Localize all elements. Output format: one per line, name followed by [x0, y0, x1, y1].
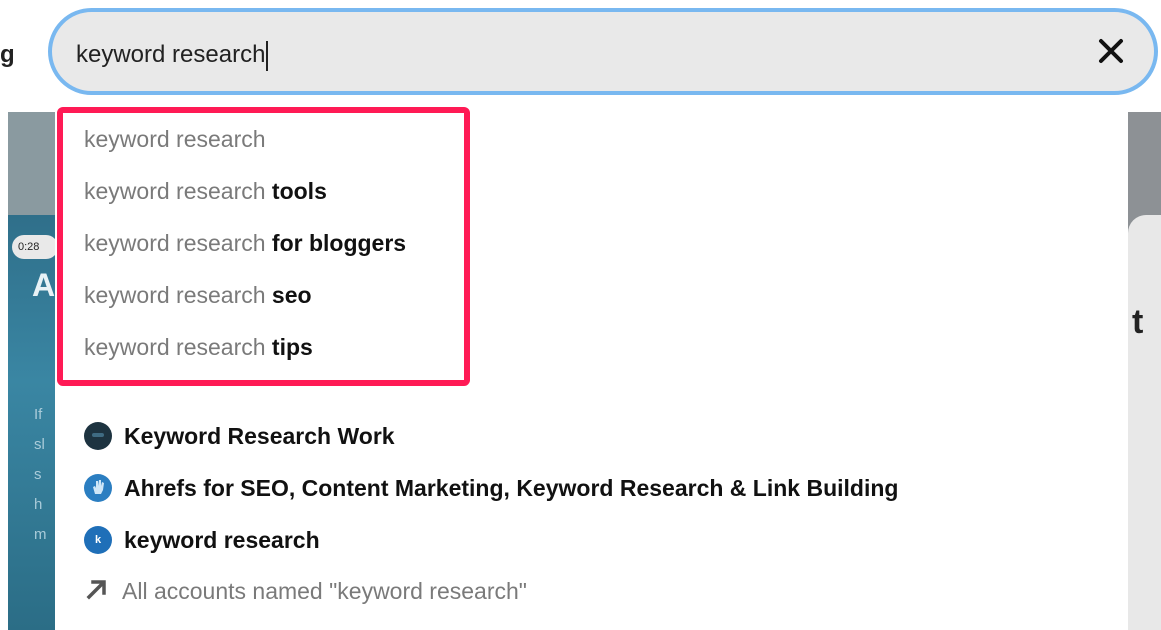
- all-accounts-link[interactable]: All accounts named "keyword research": [84, 576, 527, 606]
- video-line: m: [34, 526, 47, 543]
- text-caret: [266, 40, 269, 71]
- video-title-fragment: A: [32, 267, 56, 303]
- account-avatar-letter: k: [94, 534, 102, 546]
- dark-logo-icon: [91, 430, 105, 442]
- account-name: Keyword Research Work: [124, 422, 395, 449]
- account-avatar: [84, 422, 112, 450]
- suggestion-item[interactable]: keyword research seo: [84, 280, 312, 310]
- suggestion-prefix: keyword research: [84, 334, 266, 360]
- account-result[interactable]: k keyword research: [84, 525, 320, 555]
- close-icon: [1098, 38, 1124, 69]
- video-description-fragment: If sl s h m: [34, 400, 47, 550]
- background-card-right[interactable]: t: [1128, 215, 1161, 630]
- search-bar[interactable]: keyword research: [48, 8, 1158, 95]
- search-input-value: keyword research: [76, 41, 266, 68]
- account-name: Ahrefs for SEO, Content Marketing, Keywo…: [124, 474, 899, 501]
- clear-search-button[interactable]: [1092, 34, 1130, 72]
- suggestion-suffix: tools: [271, 178, 327, 204]
- video-line: s: [34, 466, 42, 483]
- suggestion-prefix: keyword research: [84, 178, 266, 204]
- account-avatar: [84, 474, 112, 502]
- suggestion-item[interactable]: keyword research for bloggers: [84, 228, 406, 258]
- background-video-card[interactable]: 0:28 A If sl s h m: [8, 215, 58, 630]
- suggestion-suffix: tips: [271, 334, 313, 360]
- suggestion-suffix: for bloggers: [271, 230, 407, 256]
- suggestion-item[interactable]: keyword research tips: [84, 332, 313, 362]
- video-duration-badge: 0:28: [12, 235, 58, 259]
- search-input[interactable]: keyword research: [76, 40, 269, 71]
- suggestion-item[interactable]: keyword research tools: [84, 176, 327, 206]
- account-result[interactable]: Ahrefs for SEO, Content Marketing, Keywo…: [84, 473, 898, 503]
- suggestion-item[interactable]: keyword research: [84, 124, 266, 154]
- suggestion-prefix: keyword research: [84, 126, 266, 152]
- suggestion-prefix: keyword research: [84, 282, 266, 308]
- account-result[interactable]: Keyword Research Work: [84, 421, 395, 451]
- all-accounts-label: All accounts named "keyword research": [122, 577, 527, 604]
- arrow-up-right-icon: [84, 576, 110, 607]
- hand-icon: [91, 479, 105, 498]
- video-line: sl: [34, 436, 45, 453]
- account-name: keyword research: [124, 526, 320, 553]
- video-line: If: [34, 406, 43, 423]
- video-line: h: [34, 496, 43, 513]
- suggestion-prefix: keyword research: [84, 230, 266, 256]
- suggestion-suffix: seo: [271, 282, 312, 308]
- card-title-fragment: t: [1132, 303, 1144, 341]
- account-avatar: k: [84, 526, 112, 554]
- background-heading-fragment: g: [0, 41, 15, 68]
